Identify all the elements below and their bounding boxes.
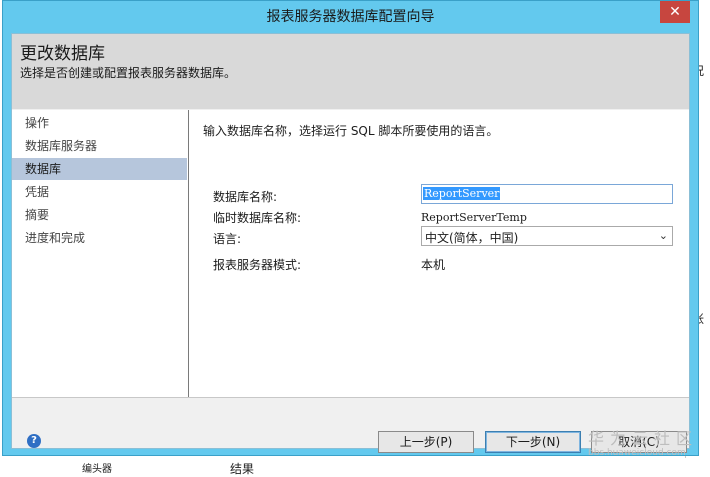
- nav-item-database[interactable]: 数据库: [12, 158, 187, 180]
- mode-label: 报表服务器模式:: [213, 258, 302, 272]
- page-subtitle: 选择是否创建或配置报表服务器数据库。: [20, 66, 237, 80]
- help-icon[interactable]: ?: [27, 434, 41, 448]
- watermark-logo: 华为云社区 bbs.huaweicloud.com: [588, 429, 699, 459]
- wizard-nav: 操作 数据库服务器 数据库 凭据 摘要 进度和完成: [12, 110, 189, 397]
- window-title: 报表服务器数据库配置向导: [266, 9, 435, 25]
- mode-value: 本机: [421, 258, 446, 272]
- back-button[interactable]: 上一步(P): [378, 431, 474, 453]
- background-text: 编头器: [82, 464, 112, 475]
- nav-item-summary[interactable]: 摘要: [12, 204, 187, 226]
- chevron-down-icon: ⌄: [658, 229, 668, 242]
- watermark-url: bbs.huaweicloud.com: [588, 448, 686, 458]
- wizard-window: 报表服务器数据库配置向导 ✕ 更改数据库 选择是否创建或配置报表服务器数据库。 …: [2, 0, 699, 456]
- instruction-text: 输入数据库名称，选择运行 SQL 脚本所要使用的语言。: [203, 124, 499, 138]
- next-button[interactable]: 下一步(N): [485, 431, 581, 453]
- db-name-value: ReportServer: [423, 187, 501, 200]
- db-name-label: 数据库名称:: [213, 190, 278, 204]
- footer-divider: [12, 397, 689, 398]
- language-label: 语言:: [213, 232, 242, 246]
- wizard-client: 更改数据库 选择是否创建或配置报表服务器数据库。 操作 数据库服务器 数据库 凭…: [11, 33, 690, 453]
- close-button[interactable]: ✕: [660, 1, 690, 23]
- watermark-brand: 华为云社区: [588, 429, 699, 448]
- nav-item-credentials[interactable]: 凭据: [12, 181, 187, 203]
- nav-item-db-server[interactable]: 数据库服务器: [12, 135, 187, 157]
- nav-item-progress[interactable]: 进度和完成: [12, 227, 187, 249]
- background-text: 结果: [230, 462, 255, 476]
- page-title: 更改数据库: [20, 44, 105, 64]
- background-window-bottom: 编头器 结果: [0, 458, 710, 476]
- nav-item-operation[interactable]: 操作: [12, 112, 187, 134]
- temp-db-value: ReportServerTemp: [421, 211, 527, 224]
- close-icon: ✕: [669, 4, 681, 20]
- wizard-content: 输入数据库名称，选择运行 SQL 脚本所要使用的语言。 数据库名称: Repor…: [189, 110, 689, 397]
- temp-db-label: 临时数据库名称:: [213, 211, 302, 225]
- wizard-header: 更改数据库 选择是否创建或配置报表服务器数据库。: [12, 34, 689, 109]
- title-bar[interactable]: 报表服务器数据库配置向导 ✕: [3, 1, 698, 33]
- db-name-input[interactable]: ReportServer: [421, 184, 673, 204]
- language-value: 中文(简体，中国): [425, 231, 519, 245]
- language-select[interactable]: 中文(简体，中国) ⌄: [421, 226, 673, 246]
